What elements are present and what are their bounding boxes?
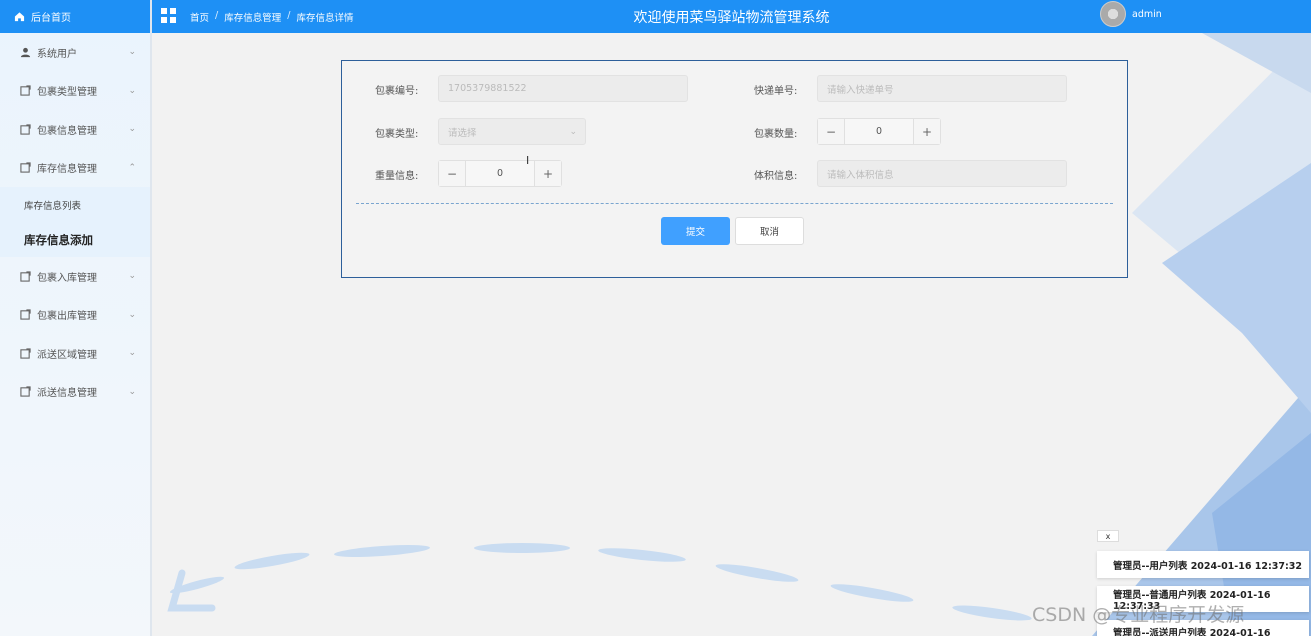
sidebar-home-label: 后台首页 — [31, 13, 71, 24]
increment-button[interactable]: + — [534, 161, 561, 186]
home-icon — [14, 12, 25, 22]
sidebar-home-link[interactable]: 后台首页 — [0, 0, 150, 33]
edit-doc-icon — [20, 309, 31, 320]
weight-stepper[interactable]: − 0 + — [438, 160, 562, 187]
sidebar-item-label: 包裹出库管理 — [37, 311, 97, 323]
tracking-no-input[interactable]: 请输入快递单号 — [817, 75, 1067, 102]
chevron-down-icon: ⌄ — [128, 85, 136, 96]
volume-label: 体积信息: — [754, 171, 798, 182]
package-type-label: 包裹类型: — [375, 129, 419, 140]
package-no-input: 1705379881522 — [438, 75, 688, 102]
sidebar-item-delivery-area[interactable]: 派送区域管理 ⌄ — [0, 334, 150, 373]
watermark: CSDN @专业程序开发源 — [1032, 604, 1245, 626]
user-icon — [20, 47, 31, 57]
sidebar: 后台首页 系统用户 ⌄ 包裹类型管理 ⌄ 包裹信息管理 ⌄ 库存信息管理 ⌃ 库… — [0, 0, 152, 636]
chevron-down-icon: ⌄ — [128, 271, 136, 282]
sidebar-item-label: 包裹类型管理 — [37, 87, 97, 99]
text-cursor-icon: I — [526, 154, 530, 167]
chevron-down-icon: ⌄ — [128, 47, 136, 58]
chevron-down-icon: ⌄ — [128, 386, 136, 397]
increment-button[interactable]: + — [913, 119, 940, 144]
package-qty-value[interactable]: 0 — [845, 119, 913, 144]
top-bar: 首页 / 库存信息管理 / 库存信息详情 欢迎使用菜鸟驿站物流管理系统 admi… — [152, 0, 1311, 33]
chevron-up-icon: ⌃ — [128, 162, 136, 173]
sidebar-item-inventory[interactable]: 库存信息管理 ⌃ — [0, 149, 150, 188]
package-type-select[interactable]: 请选择 ⌄ — [438, 118, 586, 145]
chevron-down-icon: ⌄ — [128, 348, 136, 359]
sidebar-item-delivery-info[interactable]: 派送信息管理 ⌄ — [0, 373, 150, 412]
sidebar-item-label: 包裹信息管理 — [37, 125, 97, 137]
sidebar-item-package-in[interactable]: 包裹入库管理 ⌄ — [0, 257, 150, 296]
edit-doc-icon — [20, 124, 31, 135]
package-qty-stepper[interactable]: − 0 + — [817, 118, 941, 145]
sidebar-item-package-info[interactable]: 包裹信息管理 ⌄ — [0, 110, 150, 149]
chevron-down-icon: ⌄ — [128, 309, 136, 320]
edit-doc-icon — [20, 85, 31, 96]
sidebar-subitem-inventory-add[interactable]: 库存信息添加 — [0, 222, 150, 257]
form-divider — [356, 203, 1113, 204]
sidebar-subitem-inventory-list[interactable]: 库存信息列表 — [0, 187, 150, 222]
username: admin — [1132, 8, 1162, 20]
edit-doc-icon — [20, 271, 31, 282]
sidebar-item-package-out[interactable]: 包裹出库管理 ⌄ — [0, 296, 150, 335]
volume-input[interactable]: 请输入体积信息 — [817, 160, 1067, 187]
decrement-button[interactable]: − — [439, 161, 466, 186]
weight-value[interactable]: 0 — [466, 161, 534, 186]
submit-button[interactable]: 提交 — [661, 217, 730, 245]
inventory-form: 包裹编号: 1705379881522 快递单号: 请输入快递单号 包裹类型: … — [341, 60, 1128, 278]
sidebar-item-package-type[interactable]: 包裹类型管理 ⌄ — [0, 72, 150, 111]
package-qty-label: 包裹数量: — [754, 129, 798, 140]
weight-label: 重量信息: — [375, 171, 419, 182]
user-menu[interactable]: admin — [1100, 1, 1162, 27]
notification-close-button[interactable]: x — [1097, 530, 1119, 542]
sidebar-item-label: 库存信息管理 — [37, 164, 97, 176]
cancel-button[interactable]: 取消 — [735, 217, 804, 245]
package-type-placeholder: 请选择 — [448, 127, 477, 139]
sidebar-item-label: 包裹入库管理 — [37, 272, 97, 284]
notification-item[interactable]: 管理员--用户列表 2024-01-16 12:37:32 — [1097, 551, 1309, 578]
sidebar-submenu: 库存信息列表 库存信息添加 — [0, 187, 150, 257]
tracking-no-label: 快递单号: — [754, 86, 798, 97]
edit-doc-icon — [20, 348, 31, 359]
decrement-button[interactable]: − — [818, 119, 845, 144]
edit-doc-icon — [20, 162, 31, 173]
sidebar-item-system-users[interactable]: 系统用户 ⌄ — [0, 33, 150, 72]
chevron-down-icon: ⌄ — [569, 126, 577, 137]
sidebar-item-label: 派送区域管理 — [37, 349, 97, 361]
sidebar-item-label: 派送信息管理 — [37, 388, 97, 400]
package-no-label: 包裹编号: — [375, 86, 419, 97]
edit-doc-icon — [20, 386, 31, 397]
avatar[interactable] — [1100, 1, 1126, 27]
sidebar-item-label: 系统用户 — [37, 48, 77, 60]
chevron-down-icon: ⌄ — [128, 124, 136, 135]
